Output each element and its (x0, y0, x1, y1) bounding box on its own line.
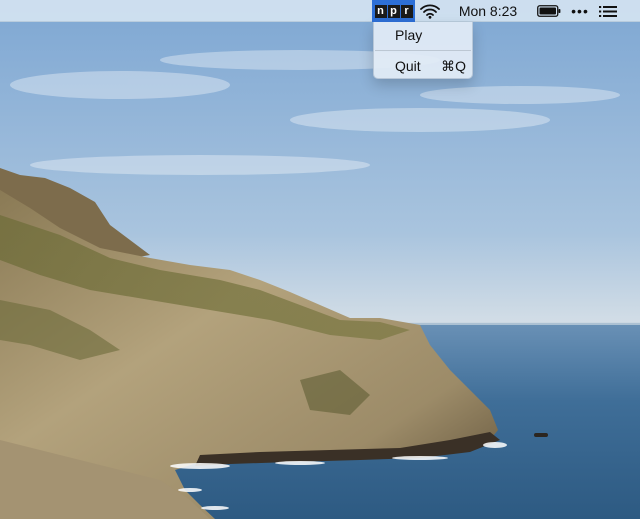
menu-separator (375, 50, 471, 51)
menu-item-shortcut: ⌘Q (441, 57, 466, 74)
wifi-icon[interactable] (418, 0, 442, 22)
menu-item-play[interactable]: Play (374, 24, 472, 46)
clock[interactable]: Mon 8:23 (452, 0, 524, 22)
control-list-icon[interactable] (596, 0, 620, 22)
npr-dropdown-menu: Play Quit ⌘Q (373, 22, 473, 79)
menu-item-label: Quit (395, 58, 421, 74)
menu-item-label: Play (395, 27, 423, 43)
npr-letter-n: n (374, 4, 387, 18)
menu-item-quit[interactable]: Quit ⌘Q (374, 55, 472, 77)
npr-letter-r: r (400, 4, 413, 18)
more-dots-icon[interactable]: ••• (569, 0, 591, 22)
battery-icon[interactable] (536, 0, 562, 22)
menu-bar: n p r Mon 8:23 ••• (0, 0, 640, 22)
npr-status-item[interactable]: n p r (372, 0, 415, 22)
desktop-wallpaper (0, 0, 640, 519)
npr-icon: n p r (374, 4, 413, 18)
npr-letter-p: p (387, 4, 400, 18)
